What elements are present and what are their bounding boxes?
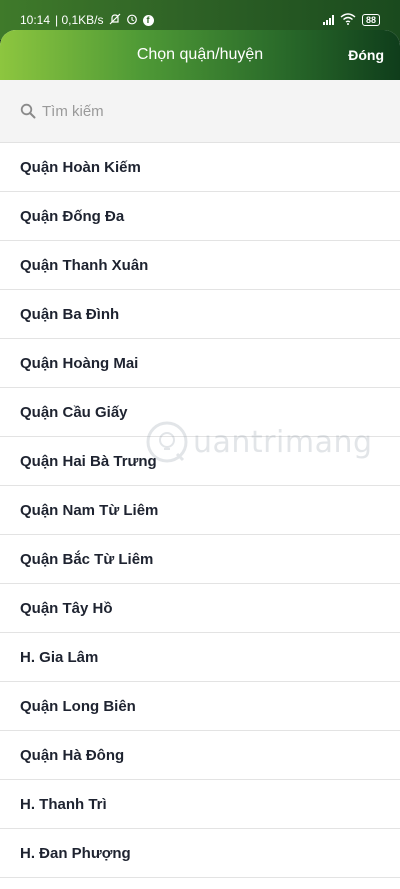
district-item[interactable]: Quận Hoàn Kiếm [0,143,400,192]
district-item[interactable]: Quận Cầu Giấy [0,388,400,437]
district-item[interactable]: Quận Bắc Từ Liêm [0,535,400,584]
search-bar [0,80,400,143]
district-list: Quận Hoàn Kiếm Quận Đống Đa Quận Thanh X… [0,143,400,878]
status-time: 10:14 [20,13,51,27]
district-item[interactable]: Quận Hai Bà Trưng [0,437,400,486]
district-picker-sheet: Chọn quận/huyện Đóng Quận Hoàn Kiếm Quận… [0,30,400,889]
district-item[interactable]: H. Thanh Trì [0,780,400,829]
picker-header: Chọn quận/huyện Đóng [0,30,400,80]
district-item[interactable]: Quận Long Biên [0,682,400,731]
battery-icon: 88 [361,14,380,26]
district-item[interactable]: Quận Thanh Xuân [0,241,400,290]
district-item[interactable]: Quận Ba Đình [0,290,400,339]
facebook-icon: f [142,14,154,26]
wifi-icon [340,12,356,28]
district-item[interactable]: Quận Tây Hồ [0,584,400,633]
signal-icon [322,15,334,25]
close-button[interactable]: Đóng [348,30,384,80]
mute-icon [109,13,121,28]
district-item[interactable]: Quận Hà Đông [0,731,400,780]
alarm-icon [126,13,138,28]
district-item[interactable]: Quận Đống Đa [0,192,400,241]
page-title: Chọn quận/huyện [136,46,264,63]
district-item[interactable]: H. Gia Lâm [0,633,400,682]
district-item[interactable]: Quận Hoàng Mai [0,339,400,388]
district-item[interactable]: H. Đan Phượng [0,829,400,878]
network-speed: | 0,1KB/s [55,13,104,27]
district-item[interactable]: Quận Nam Từ Liêm [0,486,400,535]
search-input[interactable] [42,102,380,120]
search-icon [20,103,36,119]
